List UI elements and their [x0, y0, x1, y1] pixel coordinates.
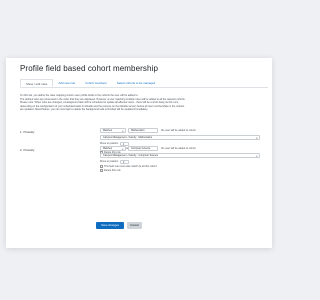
rule-1-operator-value: Matches	[103, 129, 113, 132]
save-changes-button[interactable]: Save changes	[96, 222, 124, 229]
description-line: are updated. Nevertheless, you can now l…	[20, 108, 148, 112]
tab-add-new-rule[interactable]: Add new rule	[53, 79, 80, 85]
tab-select-cohorts[interactable]: Select cohorts to be managed	[112, 79, 160, 85]
chevron-down-icon: ▾	[122, 129, 124, 133]
rule-2-cohort-value: Campus Management - Faculty - Computer S…	[103, 154, 159, 157]
rule-1-operator-select[interactable]: Matches ▾	[100, 128, 126, 133]
rule-2-move-value: 2	[123, 160, 125, 164]
page-title: Profile field based cohort membership	[20, 64, 158, 73]
rule-1-label: 1. If Faculty	[20, 130, 35, 134]
tab-cohort-members[interactable]: Cohort members	[80, 79, 112, 85]
tab-show-edit-rules[interactable]: Show / edit rules	[20, 79, 54, 87]
rule-2-delete-label: Delete this rule	[104, 169, 121, 172]
rule-1-value-input[interactable]: Mathematics	[128, 128, 158, 133]
rule-1-cohort-select[interactable]: Campus Management - Faculty - Mathematic…	[100, 135, 260, 140]
rule-2: 2. If Faculty Matches ▾ Computer science …	[20, 145, 268, 185]
tab-bar: Show / edit rules Add new rule Cohort me…	[20, 79, 268, 88]
rule-2-move-select[interactable]: 2	[120, 159, 129, 164]
chevron-down-icon: ▾	[122, 147, 124, 151]
rule-2-option-1-checkbox[interactable]	[100, 165, 103, 168]
cancel-button[interactable]: Cancel	[127, 222, 142, 229]
rule-2-operator-select[interactable]: Matches ▾	[100, 146, 126, 151]
rule-2-then-text: the user will be added to cohort	[161, 147, 196, 150]
rule-1-then-text: the user will be added to cohort	[161, 129, 196, 132]
rule-2-cohort-select[interactable]: Campus Management - Faculty - Computer S…	[100, 153, 260, 158]
content-card: Profile field based cohort membership Sh…	[20, 64, 268, 112]
rule-2-move-label: Move to position	[100, 160, 119, 163]
rule-2-option-1-label: This field rule must take match (is all …	[104, 165, 157, 168]
rule-1-cohort-value: Campus Management - Faculty - Mathematic…	[103, 136, 153, 139]
chevron-down-icon: ▾	[256, 136, 258, 140]
description: On this tab, you define the rules mappin…	[20, 94, 268, 112]
rule-2-value-input[interactable]: Computer science	[128, 146, 158, 151]
rule-2-operator-value: Matches	[103, 147, 113, 150]
chevron-down-icon: ▾	[256, 154, 258, 158]
rule-2-delete-checkbox[interactable]	[100, 169, 103, 172]
rule-2-label: 2. If Faculty	[20, 148, 35, 152]
